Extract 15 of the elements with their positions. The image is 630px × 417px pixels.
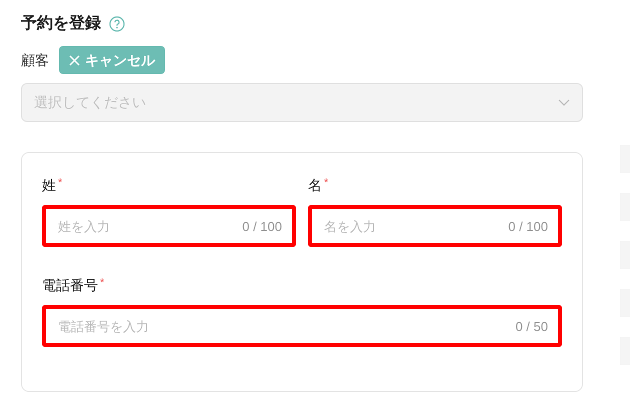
required-mark: * [324,176,328,191]
close-icon [69,54,80,66]
chevron-down-icon [558,98,570,106]
character-counter: 0 / 100 [508,218,548,236]
required-mark: * [100,276,104,291]
character-counter: 0 / 50 [515,318,548,336]
field-label: 名 [308,176,322,195]
cancel-button[interactable]: キャンセル [59,46,165,74]
field-label: 電話番号 [42,276,98,295]
character-counter: 0 / 100 [242,218,282,236]
page-title: 予約を登録 [21,14,101,34]
help-icon[interactable] [109,16,125,32]
required-mark: * [58,176,62,191]
customer-label: 顧客 [21,50,49,70]
field-label: 姓 [42,176,56,195]
